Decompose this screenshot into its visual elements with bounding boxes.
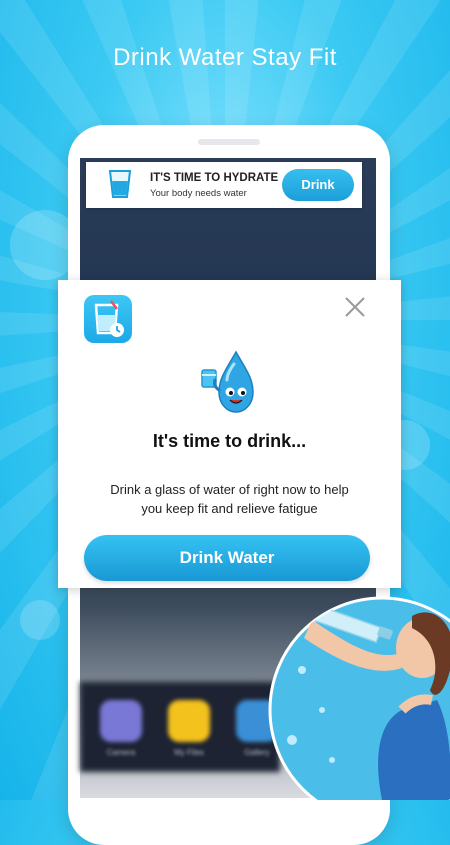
close-icon[interactable] (343, 295, 367, 319)
dialog-body-line: Drink a glass of water of right now to h… (110, 482, 349, 497)
water-drop-mascot-icon (201, 350, 254, 413)
dialog-title: It's time to drink... (152, 431, 307, 451)
water-glass-icon (108, 170, 132, 198)
phone-speaker (198, 139, 260, 145)
notification-subtitle: Your body needs water (150, 188, 247, 199)
drink-reminder-dialog: It's time to drink... Drink a glass of w… (58, 280, 401, 588)
drink-button[interactable]: Drink (282, 169, 354, 201)
headline: Drink Water Stay Fit (113, 44, 337, 71)
notification-title: IT'S TIME TO HYDRATE (150, 172, 279, 184)
hydrate-notification[interactable]: IT'S TIME TO HYDRATE Your body needs wat… (86, 162, 362, 208)
woman-drinking-illustration (268, 596, 450, 800)
drink-water-button[interactable]: Drink Water (84, 535, 370, 581)
camera-app-icon[interactable] (100, 700, 142, 742)
bokeh-bubble (20, 600, 60, 640)
app-label: Camera (106, 748, 136, 757)
dialog-body-line: you keep fit and relieve fatigue (141, 501, 318, 516)
app-label: My Files (174, 748, 204, 757)
water-glass-clock-icon (84, 295, 132, 343)
dialog-body: Drink a glass of water of right now to h… (78, 480, 381, 518)
files-app-icon[interactable] (168, 700, 210, 742)
